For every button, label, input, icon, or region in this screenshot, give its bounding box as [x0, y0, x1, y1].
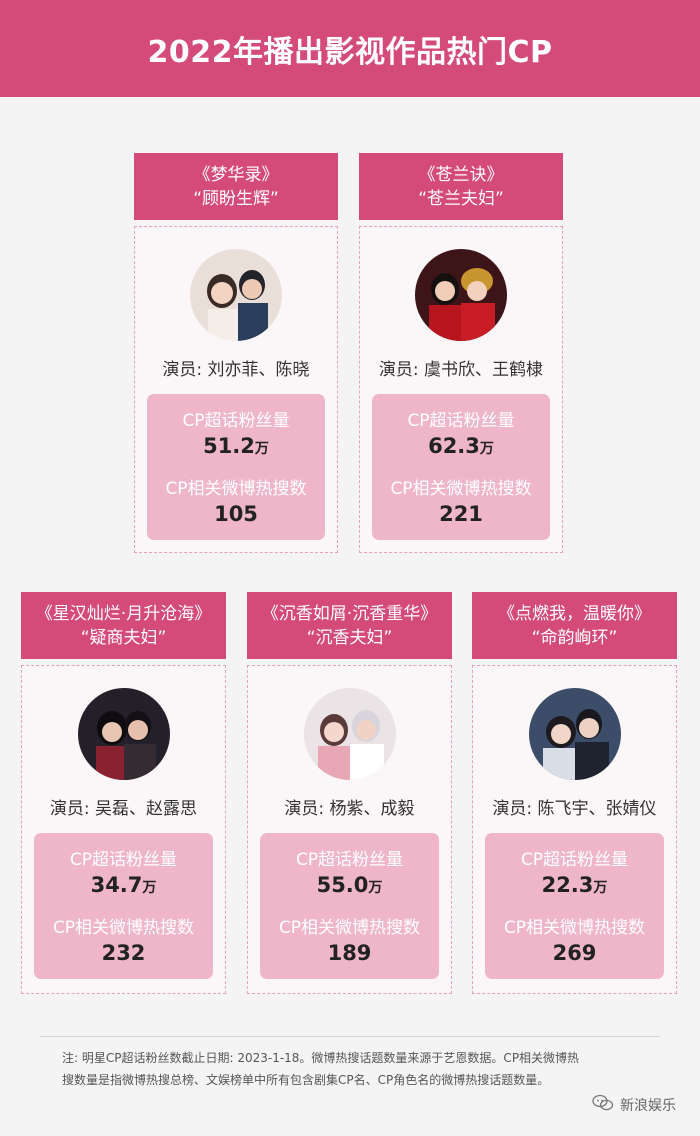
- cp-card: 《苍兰诀》 “苍兰夫妇” 演员: 虞书欣、王鹤棣 CP超话粉丝量 62.3万 C…: [359, 153, 563, 553]
- searches-label: CP相关微博热搜数: [278, 918, 421, 938]
- avatar: [415, 249, 507, 341]
- cp-name: “顾盼生辉”: [193, 188, 279, 209]
- card-body: 演员: 刘亦菲、陈晓 CP超话粉丝量 51.2万 CP相关微博热搜数 105: [134, 226, 338, 553]
- wechat-icon: [592, 1094, 614, 1116]
- fans-value: 34.7万: [90, 873, 157, 897]
- fans-label: CP超话粉丝量: [182, 411, 290, 431]
- stats-panel: CP超话粉丝量 55.0万 CP相关微博热搜数 189: [260, 833, 439, 979]
- actor-names: 演员: 吴磊、赵露思: [49, 799, 198, 819]
- cp-name: “沉香夫妇”: [306, 627, 393, 648]
- card-header: 《星汉灿烂·月升沧海》 “疑商夫妇”: [21, 592, 226, 659]
- cp-card: 《星汉灿烂·月升沧海》 “疑商夫妇” 演员: 吴磊、赵露思 CP超话粉丝量 34…: [21, 592, 226, 994]
- show-title: 《沉香如屑·沉香重华》: [261, 603, 438, 624]
- avatar: [528, 688, 621, 780]
- fans-label: CP超话粉丝量: [295, 850, 404, 870]
- searches-value: 189: [327, 941, 372, 965]
- searches-label: CP相关微博热搜数: [503, 918, 646, 938]
- fans-label: CP超话粉丝量: [520, 850, 629, 870]
- searches-label: CP相关微博热搜数: [390, 479, 532, 499]
- avatar: [77, 688, 170, 780]
- cp-name: “苍兰夫妇”: [418, 188, 504, 209]
- show-title: 《梦华录》: [193, 164, 279, 185]
- show-title: 《星汉灿烂·月升沧海》: [35, 603, 212, 624]
- card-body: 演员: 陈飞宇、张婧仪 CP超话粉丝量 22.3万 CP相关微博热搜数 269: [472, 665, 677, 994]
- card-header: 《点燃我，温暖你》 “命韵峋环”: [472, 592, 677, 659]
- stats-panel: CP超话粉丝量 51.2万 CP相关微博热搜数 105: [147, 394, 325, 540]
- cp-card: 《点燃我，温暖你》 “命韵峋环” 演员: 陈飞宇、张婧仪 CP超话粉丝量 22.…: [472, 592, 677, 994]
- searches-value: 232: [101, 941, 146, 965]
- searches-value: 105: [214, 502, 258, 526]
- footnote-line: 注: 明星CP超话粉丝数截止日期: 2023-1-18。微博热搜话题数量来源于艺…: [62, 1051, 580, 1065]
- card-header: 《沉香如屑·沉香重华》 “沉香夫妇”: [247, 592, 452, 659]
- fans-value: 51.2万: [203, 434, 269, 458]
- searches-value: 269: [552, 941, 597, 965]
- fans-label: CP超话粉丝量: [69, 850, 178, 870]
- avatar: [303, 688, 396, 780]
- footer-divider: [40, 1036, 660, 1037]
- fans-label: CP超话粉丝量: [407, 411, 515, 431]
- avatar: [190, 249, 282, 341]
- cp-card: 《梦华录》 “顾盼生辉” 演员: 刘亦菲、陈晓 CP超话粉丝量 51.2万 CP…: [134, 153, 338, 553]
- card-header: 《梦华录》 “顾盼生辉”: [134, 153, 338, 220]
- card-body: 演员: 虞书欣、王鹤棣 CP超话粉丝量 62.3万 CP相关微博热搜数 221: [359, 226, 563, 553]
- fans-value: 22.3万: [541, 873, 608, 897]
- cp-name: “疑商夫妇”: [80, 627, 167, 648]
- card-body: 演员: 吴磊、赵露思 CP超话粉丝量 34.7万 CP相关微博热搜数 232: [21, 665, 226, 994]
- searches-label: CP相关微博热搜数: [165, 479, 307, 499]
- page-title: 2022年播出影视作品热门CP: [0, 0, 700, 97]
- actor-names: 演员: 虞书欣、王鹤棣: [378, 360, 544, 380]
- footnote-line: 搜数量是指微博热搜总榜、文娱榜单中所有包含剧集CP名、CP角色名的微博热搜话题数…: [62, 1073, 550, 1087]
- fans-value: 55.0万: [316, 873, 383, 897]
- card-body: 演员: 杨紫、成毅 CP超话粉丝量 55.0万 CP相关微博热搜数 189: [247, 665, 452, 994]
- show-title: 《点燃我，温暖你》: [498, 603, 651, 624]
- footnote: 注: 明星CP超话粉丝数截止日期: 2023-1-18。微博热搜话题数量来源于艺…: [62, 1047, 654, 1091]
- fans-value: 62.3万: [428, 434, 494, 458]
- watermark: 新浪娱乐: [592, 1094, 676, 1116]
- actor-names: 演员: 杨紫、成毅: [284, 799, 415, 819]
- stats-panel: CP超话粉丝量 62.3万 CP相关微博热搜数 221: [372, 394, 550, 540]
- stats-panel: CP超话粉丝量 22.3万 CP相关微博热搜数 269: [485, 833, 664, 979]
- searches-label: CP相关微博热搜数: [52, 918, 195, 938]
- searches-value: 221: [439, 502, 483, 526]
- actor-names: 演员: 陈飞宇、张婧仪: [492, 799, 657, 819]
- stats-panel: CP超话粉丝量 34.7万 CP相关微博热搜数 232: [34, 833, 213, 979]
- cp-card: 《沉香如屑·沉香重华》 “沉香夫妇” 演员: 杨紫、成毅 CP超话粉丝量 55.…: [247, 592, 452, 994]
- actor-names: 演员: 刘亦菲、陈晓: [162, 360, 310, 380]
- watermark-text: 新浪娱乐: [620, 1098, 676, 1114]
- show-title: 《苍兰诀》: [418, 164, 504, 185]
- cp-name: “命韵峋环”: [531, 627, 618, 648]
- card-header: 《苍兰诀》 “苍兰夫妇”: [359, 153, 563, 220]
